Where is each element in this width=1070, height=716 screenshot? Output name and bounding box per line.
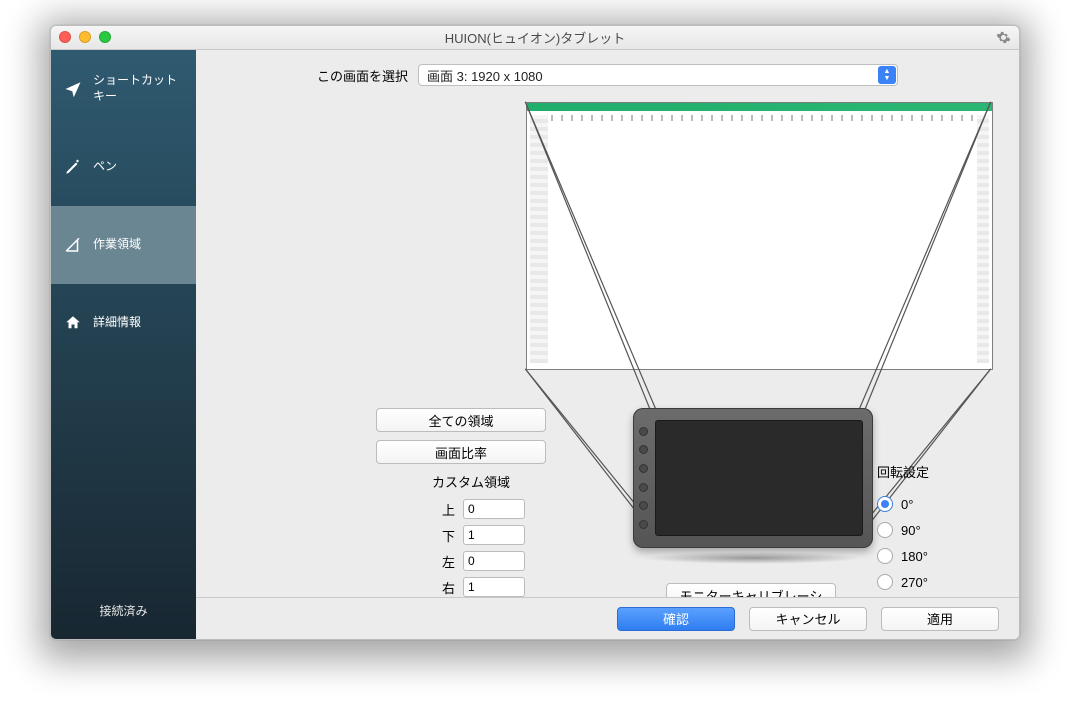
sidebar: ショートカットキー ペン 作業領域 詳細情報 接続済み — [51, 50, 196, 639]
sidebar-item-label: ショートカットキー — [93, 73, 184, 104]
window-title: HUION(ヒュイオン)タブレット — [51, 28, 1019, 47]
home-icon — [63, 313, 83, 333]
titlebar: HUION(ヒュイオン)タブレット — [51, 26, 1019, 50]
cursor-icon — [63, 79, 83, 99]
radio-icon — [877, 522, 893, 538]
ruler-icon — [63, 235, 83, 255]
rotate-title: 回転設定 — [877, 462, 987, 481]
minimize-icon[interactable] — [79, 31, 91, 43]
rotate-group: 回転設定 0° 90° 180° 270° — [877, 462, 987, 595]
bottom-label: 下 — [435, 526, 455, 545]
screen-ratio-button[interactable]: 画面比率 — [376, 440, 546, 464]
rotate-option-label: 0° — [901, 497, 913, 512]
screen-select-label: この画面を選択 — [317, 66, 408, 85]
sidebar-item-shortcut-keys[interactable]: ショートカットキー — [51, 50, 196, 128]
rotate-option-0[interactable]: 0° — [877, 491, 987, 517]
sidebar-item-work-area[interactable]: 作業領域 — [51, 206, 196, 284]
ok-button[interactable]: 確認 — [617, 607, 735, 631]
cancel-button[interactable]: キャンセル — [749, 607, 867, 631]
bottom-input[interactable] — [463, 525, 525, 545]
monitor-preview[interactable] — [526, 102, 993, 370]
screen-select[interactable]: 画面 3: 1920 x 1080 ▲▼ — [418, 64, 898, 86]
rotate-option-180[interactable]: 180° — [877, 543, 987, 569]
preferences-window: HUION(ヒュイオン)タブレット ショートカットキー ペン — [50, 25, 1020, 640]
screen-select-value: 画面 3: 1920 x 1080 — [427, 66, 543, 85]
radio-icon — [877, 496, 893, 512]
rotate-option-90[interactable]: 90° — [877, 517, 987, 543]
rotate-option-label: 90° — [901, 523, 921, 538]
sidebar-item-pen[interactable]: ペン — [51, 128, 196, 206]
close-icon[interactable] — [59, 31, 71, 43]
chevron-up-down-icon: ▲▼ — [878, 66, 896, 84]
gear-icon[interactable] — [996, 30, 1011, 50]
radio-icon — [877, 574, 893, 590]
rotate-option-270[interactable]: 270° — [877, 569, 987, 595]
apply-button[interactable]: 適用 — [881, 607, 999, 631]
right-input[interactable] — [463, 577, 525, 597]
rotate-option-label: 270° — [901, 575, 928, 590]
sidebar-item-label: ペン — [93, 159, 117, 175]
full-area-button[interactable]: 全ての領域 — [376, 408, 546, 432]
top-label: 上 — [435, 500, 455, 519]
top-input[interactable] — [463, 499, 525, 519]
sidebar-item-label: 作業領域 — [93, 237, 141, 253]
dialog-footer: 確認 キャンセル 適用 — [196, 597, 1019, 639]
pen-icon — [63, 157, 83, 177]
radio-icon — [877, 548, 893, 564]
zoom-icon[interactable] — [99, 31, 111, 43]
tablet-preview[interactable] — [633, 408, 873, 548]
right-label: 右 — [435, 578, 455, 597]
main-panel: この画面を選択 画面 3: 1920 x 1080 ▲▼ — [196, 50, 1019, 639]
left-input[interactable] — [463, 551, 525, 571]
rotate-option-label: 180° — [901, 549, 928, 564]
left-label: 左 — [435, 552, 455, 571]
sidebar-item-about[interactable]: 詳細情報 — [51, 284, 196, 362]
sidebar-item-label: 詳細情報 — [93, 315, 141, 331]
custom-area-title: カスタム領域 — [381, 472, 561, 491]
connection-status: 接続済み — [51, 586, 196, 639]
